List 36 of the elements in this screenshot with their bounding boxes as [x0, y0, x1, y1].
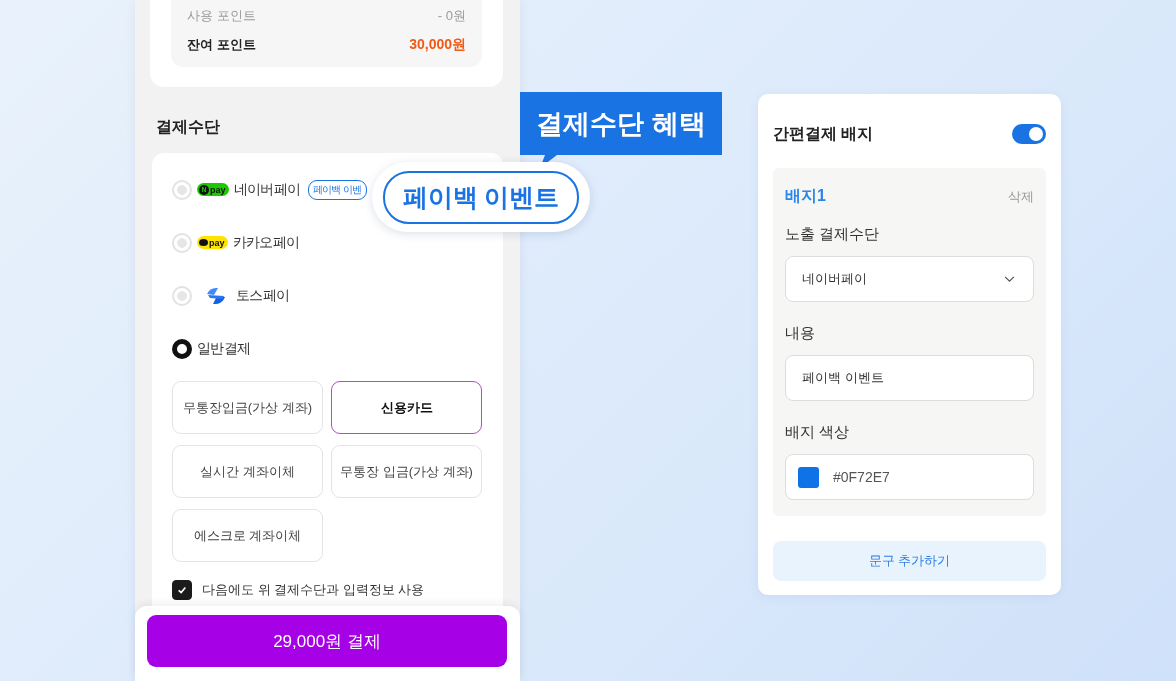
color-swatch[interactable]: [798, 466, 819, 488]
method-dropdown[interactable]: 네이버페이: [785, 256, 1034, 302]
payment-method-button[interactable]: 무통장입금(가상 계좌): [172, 381, 323, 434]
field-label: 배지 색상: [785, 423, 851, 442]
content-field[interactable]: 페이백 이벤트: [785, 355, 1034, 401]
point-label: 사용 포인트: [187, 6, 256, 25]
event-badge: 페이백 이벤: [307, 179, 367, 200]
toggle-switch[interactable]: [1012, 124, 1046, 144]
payment-method-button[interactable]: 무통장 입금(가상 계좌): [331, 445, 482, 498]
payment-method-button[interactable]: 에스크로 계좌이체: [172, 509, 323, 562]
badge-name: 배지1: [785, 186, 826, 206]
option-label: 네이버페이: [233, 180, 301, 199]
section-title: 결제수단: [156, 117, 221, 137]
toss-logo-icon: [204, 285, 228, 306]
kakao-pay-logo: pay: [197, 236, 228, 249]
payment-method-button[interactable]: 실시간 계좌이체: [172, 445, 323, 498]
check-icon: [177, 585, 187, 595]
payment-method-button[interactable]: 신용카드: [331, 381, 482, 434]
point-value: 30,000원: [409, 35, 466, 54]
field-label: 노출 결제수단: [785, 225, 881, 244]
pay-button[interactable]: 29,000원 결제: [147, 615, 507, 667]
checkbox[interactable]: [172, 580, 192, 600]
callout-label: 결제수단 혜택: [520, 92, 722, 155]
option-label: 토스페이: [236, 286, 290, 305]
option-label: 카카오페이: [232, 233, 300, 252]
point-value: - 0원: [437, 6, 466, 25]
radio-button[interactable]: [172, 338, 192, 359]
checkbox-label: 다음에도 위 결제수단과 입력정보 사용: [202, 581, 425, 599]
panel-title: 간편결제 배지: [773, 123, 874, 144]
chevron-down-icon: [1004, 275, 1015, 283]
zoomed-badge: 페이백 이벤트: [382, 170, 580, 224]
option-label: 일반결제: [197, 339, 251, 358]
point-label: 잔여 포인트: [187, 35, 256, 54]
color-field[interactable]: #0F72E7: [785, 454, 1034, 500]
field-label: 내용: [785, 324, 816, 343]
add-phrase-button[interactable]: 문구 추가하기: [773, 541, 1046, 581]
